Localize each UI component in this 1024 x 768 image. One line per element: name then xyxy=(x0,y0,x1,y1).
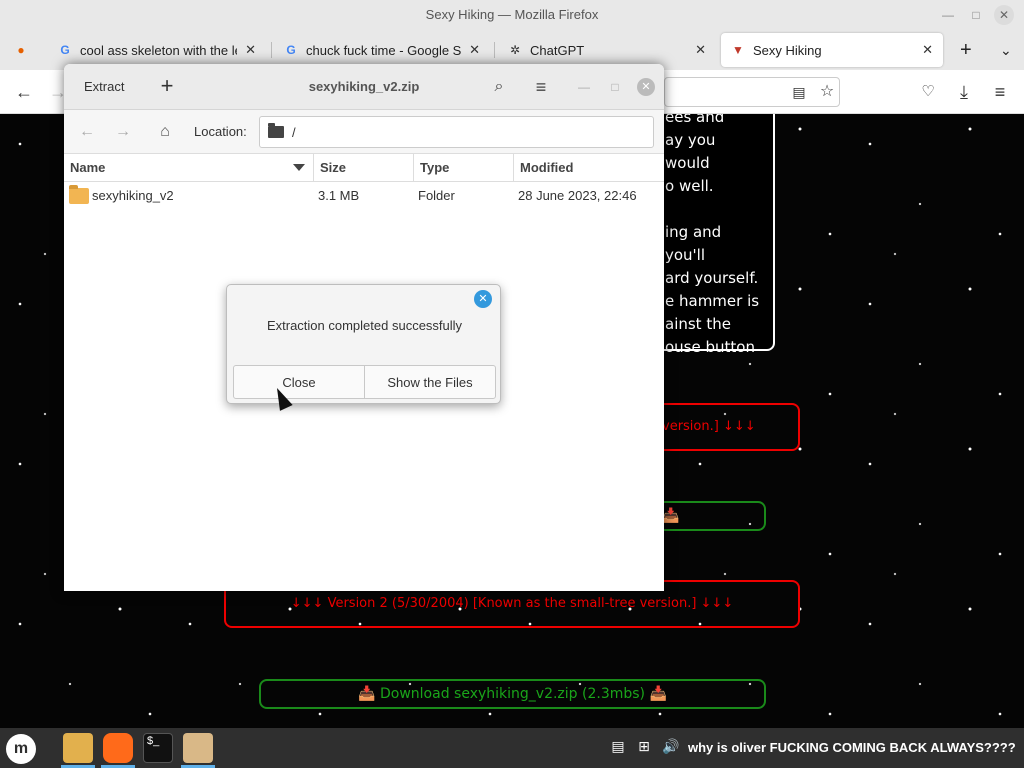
terminal-launcher-icon[interactable]: $_ xyxy=(143,733,173,763)
show-files-button[interactable]: Show the Files xyxy=(364,365,496,399)
text-line: ard yourself. xyxy=(665,269,759,287)
network-icon[interactable]: ⊞ xyxy=(636,738,652,754)
close-tab-icon[interactable]: ✕ xyxy=(922,42,933,58)
close-button[interactable]: Close xyxy=(233,365,365,399)
close-window-button[interactable]: ✕ xyxy=(994,5,1014,25)
column-modified[interactable]: Modified xyxy=(514,154,664,182)
url-bar[interactable]: ▤ ☆ xyxy=(664,77,840,107)
download-link-2[interactable]: 📥 Download sexyhiking_v2.zip (2.3mbs) 📥 xyxy=(259,679,766,709)
new-tab-button[interactable]: + xyxy=(950,33,978,67)
minimize-button[interactable]: — xyxy=(938,5,958,25)
location-value: / xyxy=(292,124,296,140)
column-name[interactable]: Name xyxy=(64,154,314,182)
reader-view-icon[interactable]: ▤ xyxy=(785,78,813,106)
sexy-hiking-favicon: ▼ xyxy=(732,43,744,57)
extract-button[interactable]: Extract xyxy=(74,74,134,100)
add-files-button[interactable]: + xyxy=(154,74,180,100)
text-line: e hammer is xyxy=(665,292,760,310)
text-line: ing and you'll xyxy=(665,223,722,264)
openai-icon: ✲ xyxy=(509,43,521,57)
location-label: Location: xyxy=(194,124,247,139)
minimize-button[interactable]: — xyxy=(574,77,594,97)
files-launcher-icon[interactable] xyxy=(63,733,93,763)
text-line: ay you would xyxy=(665,131,716,172)
firefox-view-button[interactable]: ● xyxy=(4,33,44,67)
close-tab-icon[interactable]: ✕ xyxy=(695,42,706,58)
close-tab-icon[interactable]: ✕ xyxy=(469,42,480,58)
dialog-close-icon[interactable]: ✕ xyxy=(474,290,492,308)
maximize-button[interactable]: □ xyxy=(605,77,625,97)
row-size: 3.1 MB xyxy=(318,188,360,203)
back-icon[interactable]: ← xyxy=(74,120,100,144)
text-line xyxy=(665,198,761,221)
archive-headerbar: Extract + sexyhiking_v2.zip ⌕ ≡ — □ ✕ xyxy=(64,64,664,110)
window-title: Sexy Hiking — Mozilla Firefox xyxy=(425,7,599,22)
close-tab-icon[interactable]: ✕ xyxy=(245,42,256,58)
firefox-titlebar: Sexy Hiking — Mozilla Firefox — □ ✕ xyxy=(0,0,1024,30)
row-name: sexyhiking_v2 xyxy=(92,188,174,203)
extraction-complete-dialog: ✕ Extraction completed successfully Clos… xyxy=(226,284,501,404)
back-button[interactable]: ← xyxy=(10,78,38,106)
sort-descending-icon xyxy=(293,164,305,171)
menu-mint-icon[interactable]: m xyxy=(6,734,36,764)
text-line: ainst the xyxy=(665,315,731,333)
tab-sexy-hiking[interactable]: ▼ Sexy Hiking ✕ xyxy=(721,33,943,67)
list-all-tabs-button[interactable]: ⌄ xyxy=(990,33,1018,67)
maximize-button[interactable]: □ xyxy=(966,5,986,25)
firefox-launcher-icon[interactable] xyxy=(103,733,133,763)
taskbar: m $_ ▤ ⊞ 🔊 why is oliver FUCKING COMING … xyxy=(0,728,1024,768)
volume-icon[interactable]: 🔊 xyxy=(662,738,679,754)
table-row[interactable]: sexyhiking_v2 3.1 MB Folder 28 June 2023… xyxy=(64,182,664,210)
text-line: ouse button xyxy=(665,338,755,356)
bookmark-star-icon[interactable]: ☆ xyxy=(813,78,841,106)
tab-google-search[interactable]: G chuck fuck time - Google Se ✕ xyxy=(274,33,490,67)
column-size[interactable]: Size xyxy=(314,154,414,182)
archive-title: sexyhiking_v2.zip xyxy=(308,79,420,94)
tab-chatgpt[interactable]: ✲ ChatGPT ✕ xyxy=(498,33,716,67)
text-line: ees and xyxy=(665,114,725,126)
downloads-icon[interactable]: ⤓ xyxy=(950,78,978,106)
panel-status-text: why is oliver FUCKING COMING BACK ALWAYS… xyxy=(688,740,1016,755)
archive-manager-launcher-icon[interactable] xyxy=(183,733,213,763)
location-field[interactable]: / xyxy=(259,116,654,148)
folder-icon xyxy=(268,123,284,138)
tab-skeleton[interactable]: G cool ass skeleton with the le ✕ xyxy=(48,33,266,67)
text-line: o well. xyxy=(665,177,714,195)
pocket-icon[interactable]: ♡ xyxy=(914,78,942,106)
row-modified: 28 June 2023, 22:46 xyxy=(518,188,637,203)
column-headers: Name Size Type Modified xyxy=(64,154,664,182)
google-icon: G xyxy=(60,43,70,57)
hamburger-menu-icon[interactable]: ≡ xyxy=(528,74,554,100)
search-icon[interactable]: ⌕ xyxy=(486,74,512,100)
close-window-button[interactable]: ✕ xyxy=(637,78,655,96)
home-icon[interactable]: ⌂ xyxy=(152,120,178,144)
google-icon: G xyxy=(286,43,296,57)
forward-icon[interactable]: → xyxy=(110,120,136,144)
notes-icon[interactable]: ▤ xyxy=(610,738,626,754)
location-bar: ← → ⌂ Location: / xyxy=(64,110,664,154)
folder-icon xyxy=(69,185,89,204)
column-type[interactable]: Type xyxy=(414,154,514,182)
menu-icon[interactable]: ≡ xyxy=(986,78,1014,106)
firefox-icon: ● xyxy=(17,43,25,57)
row-type: Folder xyxy=(418,188,455,203)
dialog-message: Extraction completed successfully xyxy=(266,318,463,333)
